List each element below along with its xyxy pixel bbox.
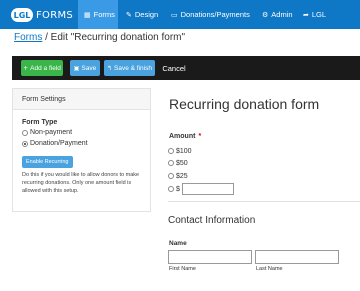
save-finish-label: Save & finish: [114, 64, 152, 72]
add-field-button[interactable]: + Add a field: [21, 60, 63, 76]
section-divider: [168, 201, 360, 202]
reply-arrow-icon: ↰: [107, 64, 113, 72]
form-type-option-nonpayment[interactable]: Non-payment: [22, 128, 141, 137]
amount-option-25[interactable]: $25: [168, 171, 188, 181]
amount-option-other[interactable]: $: [168, 183, 234, 195]
other-currency-prefix: $: [176, 185, 180, 193]
form-type-option-donation[interactable]: Donation/Payment: [22, 139, 141, 148]
logo-badge: LGL: [11, 8, 33, 22]
radio-button-checked[interactable]: [22, 140, 28, 147]
nav-tab-admin-label: Admin: [271, 10, 293, 19]
form-title[interactable]: Recurring donation form: [169, 96, 319, 112]
editor-toolbar: + Add a field ▣ Save ↰ Save & finish Can…: [12, 56, 360, 80]
app-logo[interactable]: LGL FORMS: [11, 7, 73, 23]
first-name-sublabel: First Name: [169, 266, 196, 272]
amount-option-50[interactable]: $50: [168, 158, 188, 168]
nav-tab-design-label: Design: [134, 10, 159, 19]
other-amount-input[interactable]: [181, 183, 234, 195]
radio-button[interactable]: [168, 160, 174, 166]
nav-tab-donations-label: Donations/Payments: [180, 10, 250, 19]
breadcrumb-forms-link[interactable]: Forms: [14, 32, 42, 43]
required-marker: *: [198, 133, 202, 140]
grid-icon: ▦: [84, 10, 91, 19]
last-name-sublabel: Last Name: [256, 266, 283, 272]
share-arrow-icon: ➦: [303, 10, 309, 19]
last-name-input[interactable]: [255, 250, 339, 264]
nav-tab-lgl[interactable]: ➦ LGL: [303, 0, 326, 29]
nav-tab-forms[interactable]: ▦ Forms: [78, 0, 118, 29]
nav-tab-admin[interactable]: ⚙ Admin: [262, 0, 293, 29]
cancel-button[interactable]: Cancel: [160, 60, 188, 76]
breadcrumb: Forms / Edit "Recurring donation form": [14, 32, 185, 43]
first-name-input[interactable]: [168, 250, 252, 264]
form-type-label: Form Type: [22, 119, 58, 126]
enable-recurring-button[interactable]: Enable Recurring: [22, 156, 73, 168]
enable-recurring-help: Do this if you would like to allow donor…: [22, 172, 140, 194]
option-label: Donation/Payment: [30, 140, 88, 147]
pencil-icon: ✎: [126, 10, 132, 19]
radio-button[interactable]: [168, 173, 174, 179]
plus-icon: +: [23, 64, 29, 72]
card-icon: ▭: [171, 10, 178, 19]
nav-tab-lgl-label: LGL: [311, 10, 327, 19]
amount-label-text: Amount: [169, 133, 196, 140]
save-label: Save: [81, 64, 97, 72]
save-button[interactable]: ▣ Save: [70, 60, 100, 76]
nav-tab-donations[interactable]: ▭ Donations/Payments: [171, 0, 250, 29]
top-navbar: LGL FORMS ▦ Forms ✎ Design ▭ Donations/P…: [0, 0, 360, 29]
radio-button[interactable]: [168, 186, 174, 192]
nav-tab-design[interactable]: ✎ Design: [126, 0, 158, 29]
breadcrumb-current: / Edit "Recurring donation form": [42, 32, 186, 43]
amount-option-100[interactable]: $100: [168, 146, 192, 156]
name-label: Name: [169, 240, 187, 247]
amount-option-label: $25: [176, 172, 188, 180]
contact-info-title: Contact Information: [168, 215, 256, 226]
save-icon: ▣: [73, 64, 80, 72]
gear-icon: ⚙: [262, 10, 269, 19]
option-label: Non-payment: [30, 129, 73, 136]
amount-option-label: $100: [176, 147, 192, 155]
radio-button[interactable]: [168, 148, 174, 154]
amount-label: Amount *: [169, 133, 201, 140]
amount-option-label: $50: [176, 159, 188, 167]
logo-text: FORMS: [36, 9, 74, 21]
nav-tab-forms-label: Forms: [93, 10, 115, 19]
form-settings-header: Form Settings: [13, 89, 150, 110]
add-field-label: Add a field: [30, 64, 61, 72]
radio-button[interactable]: [22, 129, 28, 136]
form-settings-panel: Form Settings Form Type Non-payment Dona…: [12, 88, 151, 212]
save-finish-button[interactable]: ↰ Save & finish: [104, 60, 155, 76]
